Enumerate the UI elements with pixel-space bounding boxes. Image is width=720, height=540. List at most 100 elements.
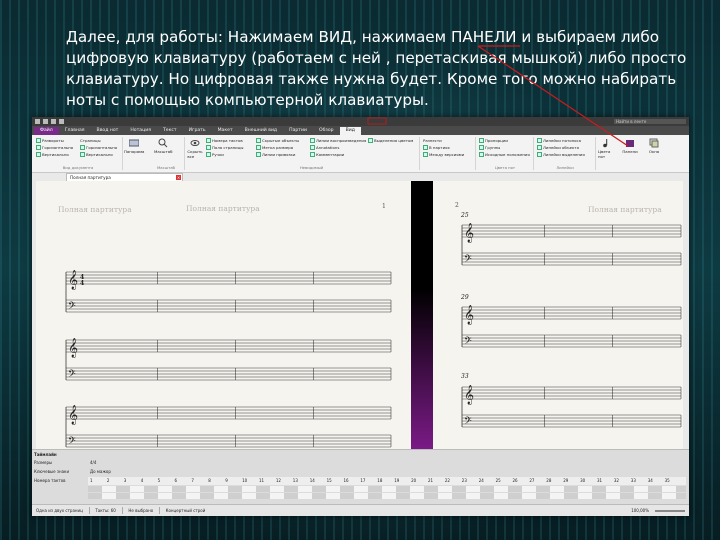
time-signature: 4 [80,280,84,287]
playback-lines-checkbox[interactable]: Линии воспроизведения [310,138,366,143]
tab-home[interactable]: Главная [59,127,91,135]
timeline-bar-number[interactable]: 24 [479,477,484,485]
treble-clef: 𝄞 [68,405,78,425]
timeline-bar-number[interactable]: 5 [158,477,161,485]
close-tab-icon[interactable]: × [176,175,181,180]
color-highlight-checkbox[interactable]: Выделения цветом [368,138,413,143]
selection-rulers-checkbox[interactable]: Линейки выделения [537,152,585,157]
timeline-track[interactable] [88,493,686,499]
panels-button[interactable]: Панели [622,138,638,154]
tab-notations[interactable]: Нотация [124,127,157,135]
undo-icon[interactable] [51,119,56,124]
redo-icon[interactable] [59,119,64,124]
panels-icon [626,140,634,147]
tab-text[interactable]: Текст [157,127,183,135]
timeline-bar-number[interactable]: 19 [394,477,399,485]
timeline-bar-number[interactable]: 17 [360,477,365,485]
page-margins-checkbox[interactable]: Поля страницы [206,145,243,150]
timeline-bar-number[interactable]: 1 [90,477,93,485]
between-versions-checkbox[interactable]: Между версиями [423,152,464,157]
timeline-bar-number[interactable]: 9 [225,477,228,485]
hide-all-button[interactable]: Скрыть все [187,138,203,159]
hidden-objects-checkbox[interactable]: Скрытые объекты [256,138,299,143]
timeline-bar-number[interactable]: 11 [259,477,264,485]
staff-rulers-checkbox[interactable]: Линейки нотоноса [537,138,581,143]
zoom-level[interactable]: 100,00% [631,508,649,513]
eye-icon [190,140,200,146]
handles-checkbox[interactable]: Ручки [206,152,224,157]
comments-checkbox[interactable]: Комментарии [310,152,344,157]
windows-button[interactable]: Окна [646,138,662,154]
size-mark-checkbox[interactable]: Метка размера [256,145,293,150]
caption-line: Далее, для работы: Нажимаем ВИД, нажимае… [66,28,660,46]
save-icon[interactable] [43,119,48,124]
horizontal-option[interactable]: Горизонтально [36,145,73,150]
timeline-bar-number[interactable]: 8 [208,477,211,485]
annotations-checkbox[interactable]: Annotations [310,145,339,150]
tab-file[interactable]: Файл [34,127,59,135]
proportions-checkbox[interactable]: Пропорции [479,138,508,143]
magnifier-icon [158,138,168,148]
timeline-bar-number[interactable]: 13 [293,477,298,485]
timeline-bar-number[interactable]: 25 [496,477,501,485]
timeline-bar-number[interactable]: 23 [462,477,467,485]
panorama-icon [129,139,140,147]
zoom-button[interactable]: Масштаб [154,138,173,154]
timeline-bar-number[interactable]: 26 [513,477,518,485]
in-parts-checkbox[interactable]: В партиях [423,145,450,150]
staff-systems: 𝄞𝄢44𝄞𝄢𝄞𝄢𝄞𝄢𝄞𝄢𝄞𝄢 [65,223,682,449]
timeline-bar-number[interactable]: 28 [546,477,551,485]
tab-review[interactable]: Обзор [313,127,340,135]
group-title: Масштаб [156,165,176,170]
pages-horizontal-option[interactable]: Горизонтально [80,145,117,150]
ribbon-search-input[interactable]: Найти в ленте [614,119,686,124]
bar-numbers-checkbox[interactable]: Номера тактов [206,138,243,143]
timeline-bar-number[interactable]: 34 [648,477,653,485]
tab-appearance[interactable]: Внешний вид [239,127,284,135]
tab-view[interactable]: Вид [339,127,361,135]
timeline-bar-number[interactable]: 6 [175,477,178,485]
timeline-bar-number[interactable]: 22 [445,477,450,485]
pages-vertical-option[interactable]: Вертикально [80,152,113,157]
timeline-bar-number[interactable]: 4 [141,477,144,485]
vertical-option[interactable]: Вертикально [36,152,69,157]
tab-layout[interactable]: Макет [212,127,239,135]
timeline-bar-number[interactable]: 35 [665,477,670,485]
spreads-option[interactable]: Развороты [36,138,64,143]
timeline-bar-number[interactable]: 32 [614,477,619,485]
timeline-bar-number[interactable]: 2 [107,477,110,485]
panorama-button[interactable]: Панорама [124,138,144,154]
timeline-bar-number[interactable]: 29 [563,477,568,485]
timeline-bar-number[interactable]: 7 [191,477,194,485]
timeline-bar-number[interactable]: 20 [411,477,416,485]
timeline-bar-strip[interactable]: 1 2 3 4 5 6 7 8 9 10 11 12 13 14 15 16 17 18 19 20 21 22 23 24 2… [88,477,686,485]
object-rulers-checkbox[interactable]: Линейки объекта [537,145,579,150]
note-colors-button[interactable]: Цвета нот [598,138,614,159]
timeline-bar-number[interactable]: 12 [276,477,281,485]
timeline-bar-number[interactable]: 10 [242,477,247,485]
groups-checkbox[interactable]: Группы [479,145,500,150]
timeline-bar-number[interactable]: 18 [377,477,382,485]
attachment-lines-checkbox[interactable]: Линии привязки [256,152,295,157]
pages-option[interactable]: Страницы [80,138,101,143]
tab-parts[interactable]: Партии [283,127,313,135]
spread-option[interactable]: Разнести [423,138,442,143]
timeline-bar-number[interactable]: 3 [124,477,127,485]
timeline-bar-number[interactable]: 33 [631,477,636,485]
tab-play[interactable]: Играть [183,127,212,135]
score-document[interactable]: Полная партитура Полная партитура 1 2 По… [36,181,683,449]
timeline-bar-number[interactable]: 27 [529,477,534,485]
timeline-bar-number[interactable]: 30 [580,477,585,485]
timeline-bar-number[interactable]: 31 [597,477,602,485]
timeline-bar-number[interactable]: 16 [344,477,349,485]
tab-note-input[interactable]: Ввод нот [91,127,125,135]
timeline-bar-number[interactable]: 14 [310,477,315,485]
source-positions-checkbox[interactable]: Исходные положения [479,152,530,157]
caption-line: цифровую клавиатуру (работаем с ней , пе… [66,49,687,67]
windows-icon [649,138,659,148]
bass-clef: 𝄢 [68,300,76,314]
timeline-track[interactable] [88,486,686,492]
zoom-slider[interactable] [655,509,685,512]
timeline-bar-number[interactable]: 21 [428,477,433,485]
timeline-bar-number[interactable]: 15 [327,477,332,485]
